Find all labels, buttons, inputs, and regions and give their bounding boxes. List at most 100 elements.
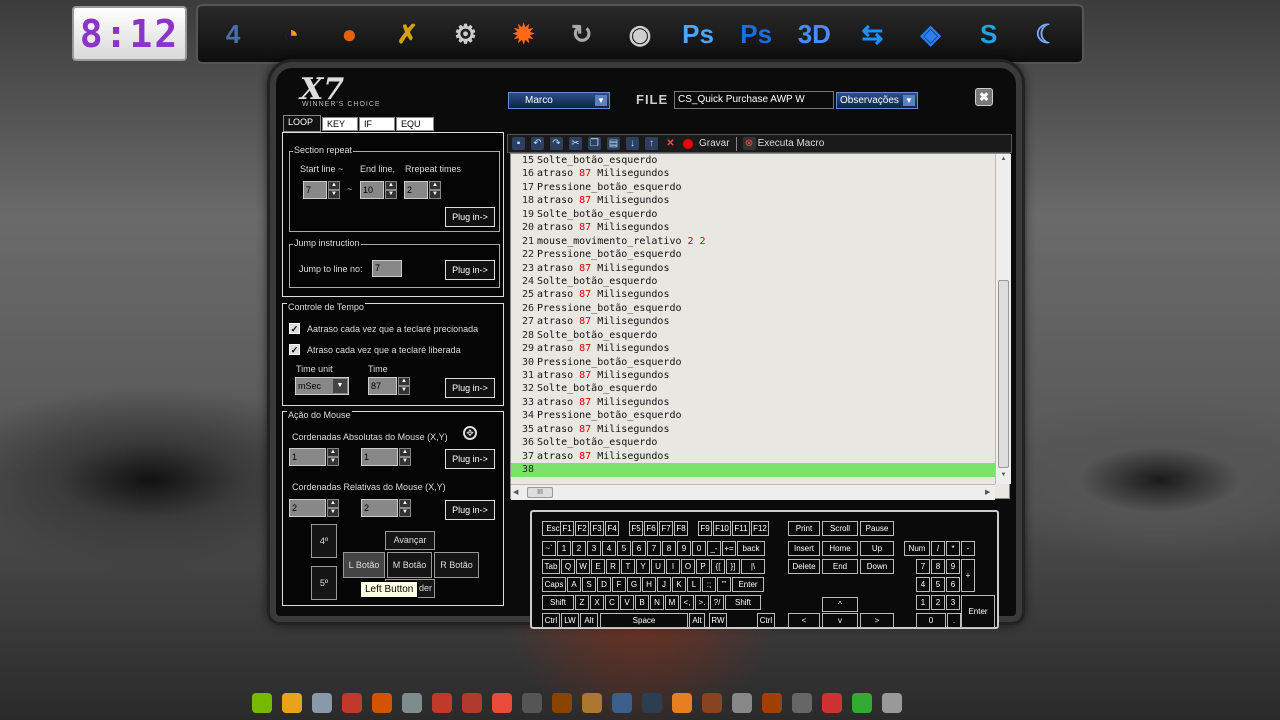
scroll-left-icon[interactable]: ◀ <box>513 488 518 496</box>
recycle-taskbar-icon[interactable] <box>312 693 332 713</box>
app-taskbar-icon-5[interactable] <box>462 693 482 713</box>
app-taskbar-icon-10[interactable] <box>612 693 632 713</box>
key-2-7[interactable]: U <box>651 559 665 574</box>
key-1-8[interactable]: 8 <box>662 541 676 556</box>
key-1-0[interactable]: ~` <box>542 541 556 556</box>
key-2-18[interactable]: 8 <box>931 559 945 574</box>
redo-icon[interactable]: ↷ <box>550 137 563 150</box>
spin-up-icon[interactable]: ▲ <box>429 181 441 190</box>
macro-line[interactable]: 27 atraso 87 Milisegundos <box>511 315 995 328</box>
key-2-11[interactable]: {[ <box>711 559 725 574</box>
end-line-value[interactable]: 10 <box>360 181 384 199</box>
key-4-8[interactable]: <, <box>680 595 694 610</box>
windows-4-icon[interactable]: 4 <box>208 9 258 59</box>
horizontal-scrollbar[interactable]: ◀ III ▶ <box>511 484 995 500</box>
scroll-right-icon[interactable]: ▶ <box>985 488 990 496</box>
key-2-20[interactable]: + <box>961 559 975 592</box>
marco-dropdown[interactable]: Marco ▼ <box>508 92 610 109</box>
key-1-17[interactable]: Num <box>904 541 930 556</box>
macro-line[interactable]: 17 Pressione_botão_esquerdo <box>511 181 995 194</box>
abs-y-stepper[interactable]: 1 ▲ ▼ <box>361 448 413 466</box>
spin-up-icon[interactable]: ▲ <box>327 499 339 508</box>
key-1-19[interactable]: * <box>946 541 960 556</box>
key-4-3[interactable]: C <box>605 595 619 610</box>
key-0-2[interactable]: F2 <box>575 521 589 536</box>
start-line-value[interactable]: 7 <box>303 181 327 199</box>
key-0-9[interactable]: F9 <box>698 521 712 536</box>
spin-up-icon[interactable]: ▲ <box>328 181 340 190</box>
mouse-button-4[interactable]: 4º <box>311 524 337 558</box>
key-3-13[interactable]: 4 <box>916 577 930 592</box>
key-3-2[interactable]: S <box>582 577 596 592</box>
time-stepper[interactable]: 87 ▲ ▼ <box>368 377 412 395</box>
repeat-times-value[interactable]: 2 <box>404 181 428 199</box>
spin-down-icon[interactable]: ▼ <box>398 386 410 395</box>
macro-line[interactable]: 16 atraso 87 Milisegundos <box>511 167 995 180</box>
avancar-button[interactable]: Avançar <box>385 531 435 550</box>
macro-line[interactable]: 22 Pressione_botão_esquerdo <box>511 248 995 261</box>
time-unit-select[interactable]: mSec ▼ <box>295 377 349 395</box>
move-down-icon[interactable]: ↓ <box>626 137 639 150</box>
key-2-1[interactable]: Q <box>561 559 575 574</box>
tab-loop[interactable]: LOOP <box>283 115 321 132</box>
key-4-6[interactable]: N <box>650 595 664 610</box>
app-taskbar-icon-6[interactable] <box>492 693 512 713</box>
key-5-10[interactable]: 0 <box>916 613 946 628</box>
macro-line[interactable]: 24 Solte_botão_esquerdo <box>511 275 995 288</box>
key-2-15[interactable]: End <box>822 559 858 574</box>
key-3-7[interactable]: J <box>657 577 671 592</box>
key-5-1[interactable]: LW <box>561 613 579 628</box>
macro-line[interactable]: 31 atraso 87 Milisegundos <box>511 369 995 382</box>
key-5-2[interactable]: Alt <box>580 613 598 628</box>
delay-released-checkbox[interactable]: ✓ <box>289 344 300 355</box>
key-1-4[interactable]: 4 <box>602 541 616 556</box>
abs-y-value[interactable]: 1 <box>361 448 398 466</box>
right-mouse-button[interactable]: R Botão <box>434 552 479 578</box>
key-1-11[interactable]: _- <box>707 541 721 556</box>
horizontal-scroll-thumb[interactable]: III <box>527 487 553 498</box>
tab-equ[interactable]: EQU <box>396 117 434 131</box>
key-0-4[interactable]: F4 <box>605 521 619 536</box>
windows-flag-taskbar-icon[interactable] <box>282 693 302 713</box>
app-taskbar-icon-15[interactable] <box>762 693 782 713</box>
key-1-9[interactable]: 9 <box>677 541 691 556</box>
key-1-3[interactable]: 3 <box>587 541 601 556</box>
undo-icon[interactable]: ↶ <box>531 137 544 150</box>
rel-x-value[interactable]: 2 <box>289 499 326 517</box>
key-0-1[interactable]: F1 <box>560 521 574 536</box>
end-line-stepper[interactable]: 10 ▲ ▼ <box>360 181 398 199</box>
key-3-14[interactable]: 5 <box>931 577 945 592</box>
key-1-2[interactable]: 2 <box>572 541 586 556</box>
key-4-2[interactable]: X <box>590 595 604 610</box>
key-2-12[interactable]: }] <box>726 559 740 574</box>
key-1-18[interactable]: / <box>931 541 945 556</box>
key-2-10[interactable]: P <box>696 559 710 574</box>
macro-line[interactable]: 30 Pressione_botão_esquerdo <box>511 356 995 369</box>
abs-x-stepper[interactable]: 1 ▲ ▼ <box>289 448 341 466</box>
key-5-11[interactable]: . <box>947 613 961 628</box>
key-0-10[interactable]: F10 <box>713 521 731 536</box>
key-3-3[interactable]: D <box>597 577 611 592</box>
key-2-16[interactable]: Down <box>860 559 894 574</box>
nvidia-taskbar-icon[interactable] <box>252 693 272 713</box>
key-2-13[interactable]: |\ <box>741 559 765 574</box>
key-3-6[interactable]: H <box>642 577 656 592</box>
macro-line[interactable]: 25 atraso 87 Milisegundos <box>511 288 995 301</box>
macro-line[interactable]: 33 atraso 87 Milisegundos <box>511 396 995 409</box>
macro-line[interactable]: 19 Solte_botão_esquerdo <box>511 208 995 221</box>
macro-line[interactable]: 15 Solte_botão_esquerdo <box>511 154 995 167</box>
macro-line[interactable]: 23 atraso 87 Milisegundos <box>511 262 995 275</box>
key-5-9[interactable]: > <box>860 613 894 628</box>
key-3-10[interactable]: :; <box>702 577 716 592</box>
key-0-13[interactable]: Print <box>788 521 820 536</box>
cut-icon[interactable]: ✂ <box>569 137 582 150</box>
key-4-10[interactable]: ?/ <box>710 595 724 610</box>
macro-line[interactable]: 28 Solte_botão_esquerdo <box>511 329 995 342</box>
macro-editor[interactable]: 15 Solte_botão_esquerdo 16 atraso 87 Milise… <box>510 153 1011 500</box>
steam-icon[interactable]: ◉ <box>615 9 665 59</box>
app-taskbar-icon-19[interactable] <box>882 693 902 713</box>
key-2-4[interactable]: R <box>606 559 620 574</box>
key-2-9[interactable]: O <box>681 559 695 574</box>
crescent-app-icon[interactable]: ☾ <box>1022 9 1072 59</box>
record-icon[interactable] <box>683 138 693 149</box>
